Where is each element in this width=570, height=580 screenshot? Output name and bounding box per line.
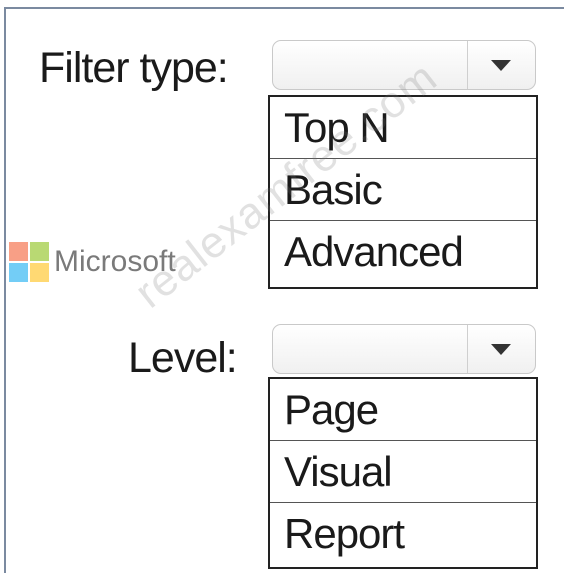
logo-square-yellow [30, 263, 49, 282]
logo-square-green [30, 242, 49, 261]
level-option-visual[interactable]: Visual [270, 441, 536, 503]
microsoft-logo-text: Microsoft [54, 245, 176, 278]
microsoft-logo-icon [9, 242, 49, 282]
filter-type-value[interactable] [273, 41, 468, 89]
level-option-report[interactable]: Report [270, 503, 536, 565]
filter-type-options-list: Top N Basic Advanced [268, 95, 538, 289]
caret-down-icon [490, 343, 511, 355]
logo-square-blue [9, 263, 28, 282]
filter-type-dropdown[interactable] [272, 40, 536, 90]
microsoft-logo: Microsoft [9, 242, 176, 282]
filter-type-dropdown-button[interactable] [466, 41, 535, 89]
logo-square-red [9, 242, 28, 261]
filter-type-option-basic[interactable]: Basic [270, 159, 536, 221]
level-dropdown-button[interactable] [466, 325, 535, 373]
level-dropdown[interactable] [272, 324, 536, 374]
filter-type-label: Filter type: [39, 44, 229, 92]
level-option-page[interactable]: Page [270, 379, 536, 441]
level-value[interactable] [273, 325, 468, 373]
level-label: Level: [128, 334, 238, 382]
filter-type-option-top-n[interactable]: Top N [270, 97, 536, 159]
filter-settings-panel: Filter type: Top N Basic Advanced Micros… [4, 7, 564, 573]
level-options-list: Page Visual Report [268, 377, 538, 569]
filter-type-option-advanced[interactable]: Advanced [270, 221, 536, 283]
caret-down-icon [490, 59, 511, 71]
